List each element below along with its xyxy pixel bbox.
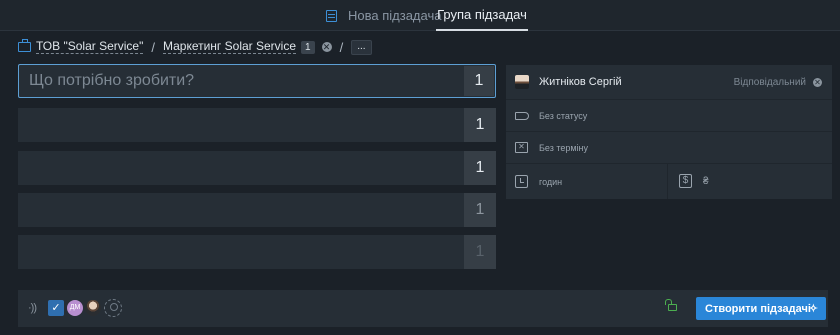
responsible-role-label: Відповідальний bbox=[733, 77, 806, 88]
subtask-count[interactable]: 1 bbox=[464, 151, 496, 185]
participant-avatar[interactable]: ДМ bbox=[67, 300, 83, 316]
create-subtasks-label: Створити підзадачі bbox=[705, 302, 811, 315]
remove-project-icon[interactable]: ✕ bbox=[321, 42, 332, 52]
breadcrumb-separator: / bbox=[339, 39, 344, 55]
responsible-name: Житніков Сергій bbox=[539, 76, 622, 88]
clock-icon bbox=[515, 175, 528, 188]
estimate-row: годин $ ₴ bbox=[506, 164, 832, 199]
status-selector[interactable]: Без статусу bbox=[506, 100, 832, 132]
subtask-row: 1 bbox=[18, 64, 496, 98]
briefcase-icon bbox=[18, 39, 31, 52]
tab-subtask-group-label: Група підзадач bbox=[437, 7, 527, 22]
subtask-count[interactable]: 1 bbox=[464, 108, 496, 142]
deadline-selector[interactable]: ✕ Без терміну bbox=[506, 132, 832, 164]
dollar-icon: $ bbox=[679, 174, 692, 188]
subtask-title-input[interactable] bbox=[28, 235, 458, 269]
subtask-row: 1 bbox=[18, 108, 496, 142]
subtask-count[interactable]: 1 bbox=[464, 235, 496, 269]
sparkle-icon: ✧ bbox=[808, 303, 818, 315]
create-subtasks-button[interactable]: Створити підзадачі ✧ bbox=[696, 297, 826, 320]
subtask-count[interactable]: 1 bbox=[464, 66, 494, 96]
breadcrumb-more-button[interactable]: ... bbox=[351, 39, 372, 55]
calendar-icon: ✕ bbox=[515, 142, 528, 153]
unlock-icon[interactable] bbox=[665, 299, 677, 311]
participant-avatar[interactable] bbox=[85, 300, 101, 316]
tasks-icon bbox=[326, 9, 337, 22]
tab-bar: Нова підзадача Група підзадач bbox=[0, 0, 840, 31]
responsible-row[interactable]: Житніков Сергій Відповідальний ✕ bbox=[506, 65, 832, 100]
subtask-row: 1 bbox=[18, 193, 496, 227]
subtask-row: 1 bbox=[18, 151, 496, 185]
subtask-count[interactable]: 1 bbox=[464, 193, 496, 227]
breadcrumb-project-link[interactable]: Маркетинг Solar Service bbox=[162, 40, 297, 54]
subtask-title-input[interactable] bbox=[28, 151, 458, 185]
subtask-title-input[interactable] bbox=[29, 65, 459, 97]
check-icon[interactable]: ✓ bbox=[48, 300, 64, 316]
subtask-row: 1 bbox=[18, 235, 496, 269]
breadcrumb: ТОВ "Solar Service" / Маркетинг Solar Se… bbox=[18, 38, 372, 56]
footer-bar: ·)) ✓ ДМ Створити підзадачі ✧ bbox=[18, 290, 828, 327]
avatar bbox=[515, 75, 529, 89]
breadcrumb-client-link[interactable]: ТОВ "Solar Service" bbox=[36, 40, 144, 54]
deadline-label: Без терміну bbox=[539, 143, 589, 153]
subtask-title-input[interactable] bbox=[28, 108, 458, 142]
subtask-title-input[interactable] bbox=[28, 193, 458, 227]
remove-responsible-icon[interactable]: ✕ bbox=[813, 78, 822, 87]
hours-label: годин bbox=[539, 177, 563, 187]
tab-new-subtask[interactable]: Нова підзадача bbox=[326, 0, 441, 31]
project-count-badge: 1 bbox=[301, 40, 315, 54]
tag-icon bbox=[515, 112, 529, 120]
status-label: Без статусу bbox=[539, 111, 588, 121]
cost-field[interactable]: $ ₴ bbox=[669, 164, 832, 199]
wave-icon[interactable]: ·)) bbox=[28, 302, 37, 314]
tab-subtask-group[interactable]: Група підзадач bbox=[436, 0, 528, 31]
tab-new-subtask-label: Нова підзадача bbox=[348, 8, 442, 23]
hours-field[interactable]: годин bbox=[506, 164, 668, 199]
subtask-settings-panel: Житніков Сергій Відповідальний ✕ Без ста… bbox=[506, 65, 832, 199]
currency-label: ₴ bbox=[703, 176, 709, 187]
add-user-icon[interactable] bbox=[104, 299, 122, 317]
breadcrumb-separator: / bbox=[151, 39, 155, 55]
